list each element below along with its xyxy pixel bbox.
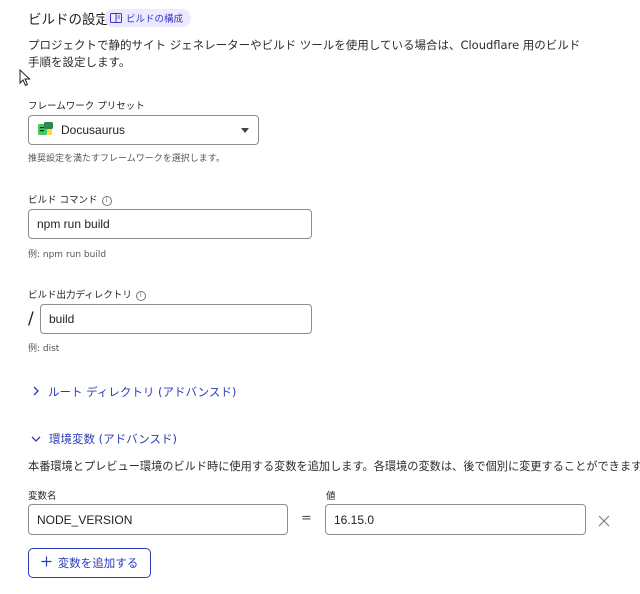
- output-dir-input[interactable]: build: [40, 304, 312, 334]
- build-command-label-row: ビルド コマンド i: [28, 192, 112, 206]
- output-dir-hint: 例: dist: [28, 344, 60, 354]
- framework-select[interactable]: Docusaurus: [28, 115, 259, 145]
- build-command-label: ビルド コマンド: [28, 195, 98, 206]
- chevron-down-icon: [31, 432, 41, 446]
- build-command-hint: 例: npm run build: [28, 250, 107, 260]
- env-vars-label: 環境変数 (アドバンスド): [49, 432, 177, 446]
- output-dir-prefix: /: [28, 309, 34, 329]
- info-icon[interactable]: i: [135, 291, 146, 301]
- env-vars-description: 本番環境とプレビュー環境のビルド時に使用する変数を追加します。各環境の変数は、後…: [28, 460, 640, 473]
- add-variable-label: 変数を追加する: [57, 556, 139, 570]
- build-settings-description: プロジェクトで静的サイト ジェネレーターやビルド ツールを使用している場合は、C…: [28, 38, 581, 69]
- build-command-input[interactable]: npm run build: [28, 209, 312, 239]
- close-icon: [598, 512, 610, 531]
- add-variable-button[interactable]: 変数を追加する: [28, 548, 151, 578]
- chevron-down-icon: [241, 128, 249, 133]
- build-config-link[interactable]: ビルドの構成: [104, 9, 192, 27]
- build-config-label: ビルドの構成: [126, 14, 184, 25]
- var-name-header: 変数名: [28, 491, 57, 502]
- var-name-input[interactable]: NODE_VERSION: [28, 504, 288, 535]
- mouse-cursor-icon: [19, 68, 31, 91]
- var-value-header: 値: [326, 491, 336, 502]
- output-dir-label-row: ビルド出力ディレクトリ i: [28, 287, 146, 301]
- chevron-right-icon: [32, 385, 40, 399]
- info-icon[interactable]: i: [101, 196, 112, 206]
- plus-icon: [41, 556, 52, 570]
- equals-sign: =: [301, 511, 312, 526]
- framework-selected-value: Docusaurus: [61, 123, 126, 137]
- book-icon: [110, 13, 122, 23]
- env-vars-toggle[interactable]: 環境変数 (アドバンスド): [31, 431, 177, 447]
- framework-label: フレームワーク プリセット: [28, 101, 145, 112]
- section-title: ビルドの設定: [28, 12, 109, 28]
- docusaurus-logo-icon: [38, 121, 53, 139]
- var-value-input[interactable]: 16.15.0: [325, 504, 586, 535]
- remove-variable-button[interactable]: [598, 512, 610, 531]
- output-dir-label: ビルド出力ディレクトリ: [28, 290, 132, 301]
- root-dir-label: ルート ディレクトリ (アドバンスド): [48, 385, 237, 399]
- root-dir-toggle[interactable]: ルート ディレクトリ (アドバンスド): [32, 384, 236, 400]
- framework-hint: 推奨設定を満たすフレームワークを選択します。: [28, 154, 225, 164]
